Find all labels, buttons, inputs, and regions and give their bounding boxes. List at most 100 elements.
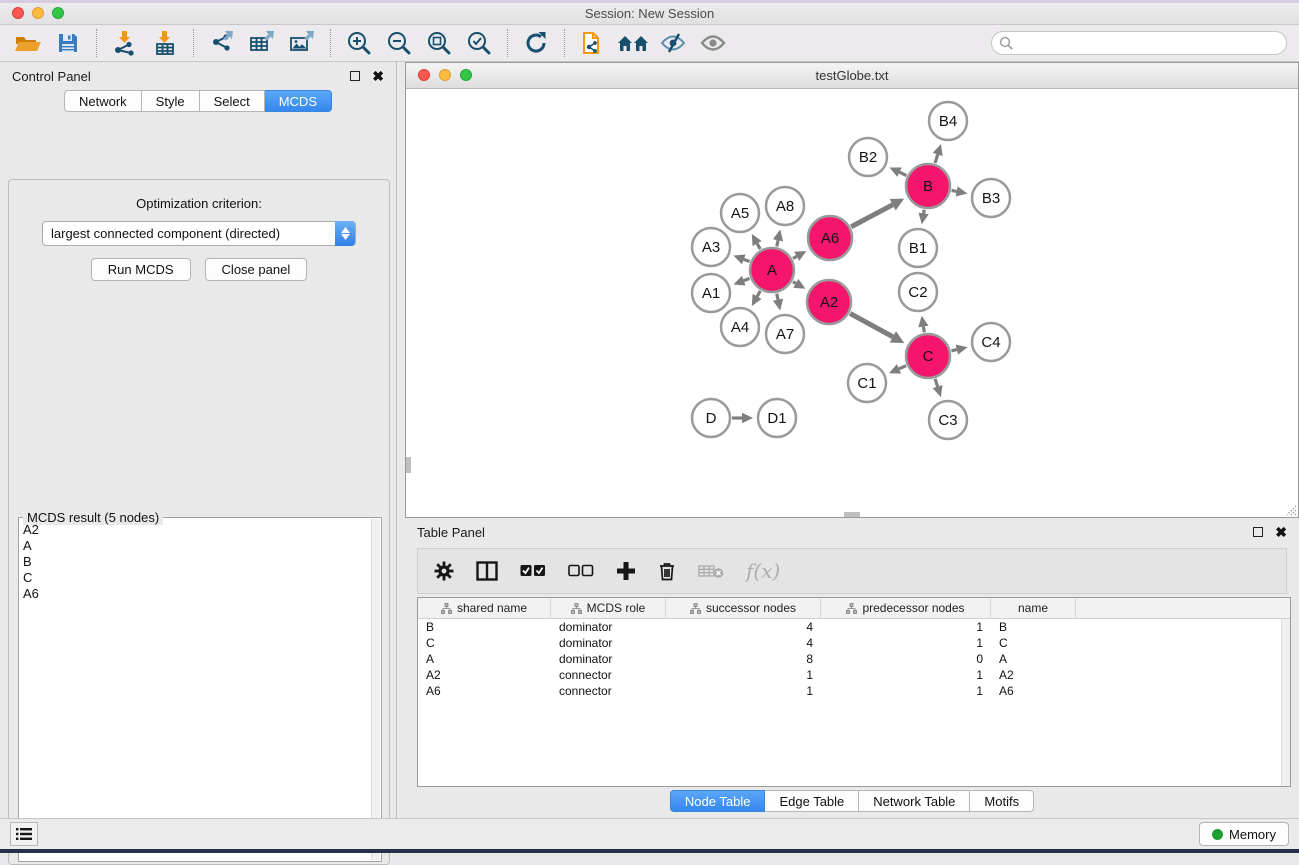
table-cell[interactable]: C [991,635,1076,651]
deselect-all-button[interactable] [568,564,594,578]
table-cell[interactable]: C [418,635,551,651]
import-network-button[interactable] [105,27,145,59]
graph-node-D1[interactable]: D1 [758,399,796,437]
graph-edge-C-C1[interactable] [899,366,906,369]
table-cell[interactable]: 0 [821,651,991,667]
close-window-button[interactable] [12,7,24,19]
column-header-name[interactable]: name [991,598,1076,618]
column-header-MCDS-role[interactable]: MCDS role [551,598,666,618]
close-panel-button[interactable]: Close panel [205,258,308,281]
export-network-button[interactable] [202,27,242,59]
mcds-result-item[interactable]: A6 [23,586,371,602]
graph-node-B[interactable]: B [906,164,950,208]
mcds-result-item[interactable]: A2 [23,522,371,538]
graph-edge-A-A1[interactable] [744,278,750,280]
import-table-button[interactable] [145,27,185,59]
table-cell[interactable]: 4 [666,619,821,635]
mcds-result-item[interactable]: C [23,570,371,586]
graph-edge-C-C4[interactable] [951,350,956,351]
table-cell[interactable]: 1 [666,683,821,699]
search-input[interactable] [991,31,1287,55]
table-cell[interactable]: connector [551,683,666,699]
column-header-shared-name[interactable]: shared name [418,598,551,618]
graph-edge-C-C3[interactable] [935,379,937,387]
graph-node-A4[interactable]: A4 [721,308,759,346]
houses-button[interactable] [613,27,653,59]
graph-node-C2[interactable]: C2 [899,273,937,311]
table-cell[interactable]: A [418,651,551,667]
tab-edge-table[interactable]: Edge Table [765,790,859,812]
table-cell[interactable]: B [418,619,551,635]
table-cell[interactable]: dominator [551,635,666,651]
tab-motifs[interactable]: Motifs [970,790,1034,812]
network-from-selection-button[interactable] [573,27,613,59]
table-cell[interactable]: 1 [821,635,991,651]
table-cell[interactable]: connector [551,667,666,683]
mcds-result-item[interactable]: A [23,538,371,554]
criterion-select[interactable]: largest connected component (directed) [42,221,356,246]
mcds-result-list[interactable]: A2ABCA6 [19,522,371,861]
export-table-button[interactable] [242,27,282,59]
resize-grip-icon[interactable] [1283,502,1297,516]
graph-node-A3[interactable]: A3 [692,228,730,266]
add-column-button[interactable] [616,561,636,581]
table-cell[interactable]: 4 [666,635,821,651]
graph-node-D[interactable]: D [692,399,730,437]
graph-node-C4[interactable]: C4 [972,323,1010,361]
canvas-horizontal-scroll-thumb[interactable] [844,512,860,517]
select-all-button[interactable] [520,564,546,578]
graph-node-A2[interactable]: A2 [807,280,851,324]
network-canvas[interactable]: B4B2BB3A8A5A6A3B1AA1C2A2A4A7C4CC1C3DD1 [406,89,1298,517]
table-scrollbar[interactable] [1281,619,1290,786]
network-window-titlebar[interactable]: testGlobe.txt [406,63,1298,89]
graph-edge-A-A2[interactable] [793,282,796,284]
table-cell[interactable]: A [991,651,1076,667]
float-table-panel-icon[interactable] [1253,527,1263,537]
graph-edge-A-A5[interactable] [757,244,760,250]
run-mcds-button[interactable]: Run MCDS [91,258,191,281]
save-session-button[interactable] [48,27,88,59]
table-cell[interactable]: 1 [821,667,991,683]
graph-node-B3[interactable]: B3 [972,179,1010,217]
table-cell[interactable]: B [991,619,1076,635]
tab-network-table[interactable]: Network Table [859,790,970,812]
graph-node-B4[interactable]: B4 [929,102,967,140]
delete-column-button[interactable] [658,561,676,581]
column-header-successor-nodes[interactable]: successor nodes [666,598,821,618]
table-cell[interactable]: A2 [418,667,551,683]
close-table-panel-icon[interactable]: ✖ [1275,525,1287,539]
graph-node-A[interactable]: A [750,248,794,292]
graph-edge-B-B2[interactable] [900,172,907,175]
show-hidden-button[interactable] [693,27,733,59]
table-cell[interactable]: 8 [666,651,821,667]
network-minimize-button[interactable] [439,69,451,81]
open-file-button[interactable] [8,27,48,59]
refresh-button[interactable] [516,27,556,59]
task-history-button[interactable] [10,822,38,846]
table-columns-button[interactable] [476,561,498,581]
zoom-selected-button[interactable] [459,27,499,59]
table-cell[interactable]: A6 [418,683,551,699]
table-row[interactable]: Cdominator41C [418,635,1290,651]
zoom-fit-button[interactable] [419,27,459,59]
tab-network[interactable]: Network [64,90,142,112]
float-panel-icon[interactable] [350,71,360,81]
zoom-out-button[interactable] [379,27,419,59]
graph-edge-C-C2[interactable] [923,327,924,333]
graph-node-B2[interactable]: B2 [849,138,887,176]
tab-select[interactable]: Select [200,90,265,112]
export-image-button[interactable] [282,27,322,59]
graph-node-C1[interactable]: C1 [848,364,886,402]
table-gear-button[interactable] [434,561,454,581]
column-header-predecessor-nodes[interactable]: predecessor nodes [821,598,991,618]
function-builder-icon[interactable]: f(x) [746,559,780,583]
canvas-vertical-scroll-thumb[interactable] [406,457,411,473]
mcds-scrollbar[interactable] [371,519,380,860]
graph-edge-A2-C[interactable] [850,313,893,336]
table-row[interactable]: Adominator80A [418,651,1290,667]
graph-node-A5[interactable]: A5 [721,194,759,232]
table-cell[interactable]: A2 [991,667,1076,683]
memory-button[interactable]: Memory [1199,822,1289,846]
graph-node-B1[interactable]: B1 [899,229,937,267]
graph-edge-B-B4[interactable] [935,154,938,163]
